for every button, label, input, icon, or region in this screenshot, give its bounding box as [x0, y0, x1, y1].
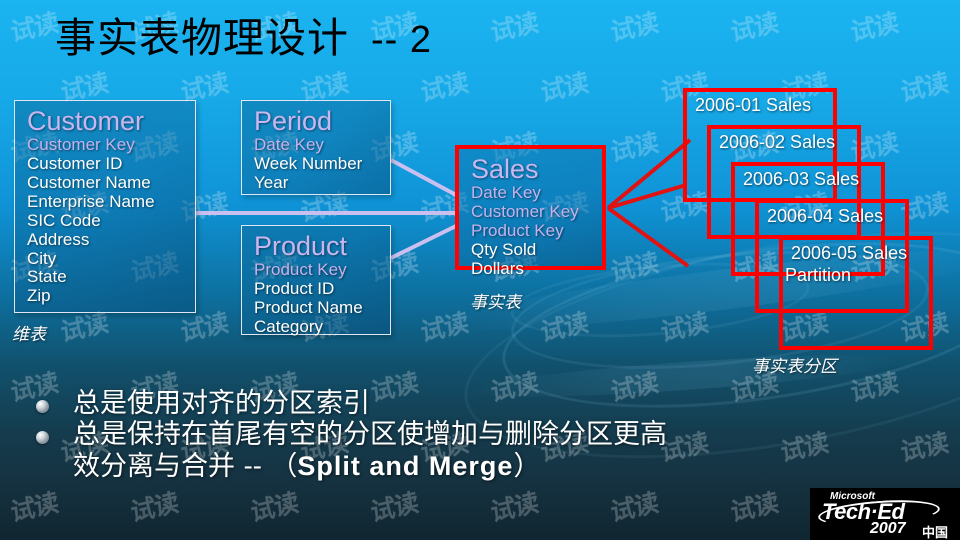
- partition-label: 2006-01 Sales: [695, 95, 812, 115]
- bullet-text: 总是使用对齐的分区索引: [73, 388, 370, 419]
- entity-name: Sales: [471, 154, 539, 184]
- entity-field: Customer ID: [27, 154, 123, 174]
- entity-field: Dollars: [471, 258, 524, 278]
- logo-year: 2007: [870, 520, 906, 537]
- partition-label: 2006-04 Sales: [767, 206, 884, 226]
- bullet-text: 总是保持在首尾有空的分区使增加与删除分区更高 效分离与合并 -- （Split …: [73, 419, 667, 482]
- partition-sublabel: Partition: [785, 265, 852, 285]
- entity-field: Date Key: [471, 183, 541, 203]
- partition-label: 2006-05 Sales: [791, 243, 908, 263]
- teched-logo: Microsoft Tech·Ed 2007 中国: [810, 488, 960, 540]
- entity-field: Address: [27, 229, 90, 249]
- entity-field: Product Key: [471, 221, 564, 241]
- slide-title: 事实表物理设计 -- 2: [55, 14, 432, 62]
- partition-box[interactable]: 2006-05 Sales Partition: [779, 236, 933, 350]
- entity-field: Year: [254, 173, 289, 193]
- entity-field: Week Number: [254, 154, 363, 174]
- entity-field: Product Key: [254, 260, 347, 280]
- entity-field-list: Product Key Product ID Product Name Categor…: [254, 260, 380, 336]
- entity-field: Category: [254, 316, 323, 336]
- slide-canvas: 事实表物理设计 -- 2 Customer Customer Key Custome…: [0, 0, 960, 540]
- partition-label: 2006-03 Sales: [743, 169, 860, 189]
- bullet-line-2-latin: Split and Merge: [297, 450, 514, 481]
- entity-name: Customer: [27, 106, 145, 136]
- entity-field: Customer Key: [471, 202, 579, 222]
- bullet-dot-icon: [36, 431, 49, 445]
- entity-field: Date Key: [254, 135, 324, 155]
- entity-field-list: Date Key Week Number Year: [254, 135, 380, 193]
- entity-box-sales[interactable]: Sales Date Key Customer Key Product Key Qty…: [455, 145, 606, 278]
- bullet-line-1: 总是保持在首尾有空的分区使增加与删除分区更高: [73, 419, 667, 451]
- label-fact-partitions: 事实表分区: [752, 357, 837, 377]
- entity-field: Customer Key: [27, 135, 135, 155]
- list-item: 总是保持在首尾有空的分区使增加与删除分区更高 效分离与合并 -- （Split …: [30, 419, 940, 482]
- entity-field: SIC Code: [27, 210, 101, 230]
- entity-field: Product ID: [254, 279, 335, 299]
- partition-label: 2006-02 Sales: [719, 132, 836, 152]
- slide-title-cn: 事实表物理设计: [55, 14, 349, 62]
- entity-field: City: [27, 248, 57, 268]
- entity-name: Period: [254, 106, 333, 136]
- entity-field: Qty Sold: [471, 239, 537, 259]
- slide-title-suffix: -- 2: [371, 19, 432, 61]
- bullet-list: 总是使用对齐的分区索引 总是保持在首尾有空的分区使增加与删除分区更高 效分离与合…: [30, 388, 940, 482]
- entity-field: Customer Name: [27, 173, 151, 193]
- entity-field: Product Name: [254, 298, 363, 318]
- bullet-dot-icon: [36, 400, 49, 413]
- list-item: 总是使用对齐的分区索引: [30, 388, 940, 419]
- label-dimension-tables: 维表: [12, 325, 46, 345]
- entity-field: Enterprise Name: [27, 191, 155, 211]
- bullet-line-2-prefix: 效分离与合并 -- （: [73, 450, 298, 482]
- entity-box-period[interactable]: Period Date Key Week Number Year: [241, 100, 391, 195]
- entity-field-list: Date Key Customer Key Product Key Qty Sold D…: [471, 183, 592, 278]
- logo-region: 中国: [922, 526, 949, 540]
- entity-box-product[interactable]: Product Product Key Product ID Product Nam…: [241, 225, 391, 336]
- entity-name: Product: [254, 231, 348, 261]
- entity-field-list: Customer Key Customer ID Customer Name Ente…: [27, 135, 185, 306]
- bullet-line-2-suffix: ）: [513, 450, 541, 482]
- label-fact-table: 事实表: [470, 293, 521, 313]
- entity-field: Zip: [27, 286, 51, 306]
- entity-box-customer[interactable]: Customer Customer Key Customer ID Customer…: [14, 100, 196, 313]
- entity-field: State: [27, 267, 67, 287]
